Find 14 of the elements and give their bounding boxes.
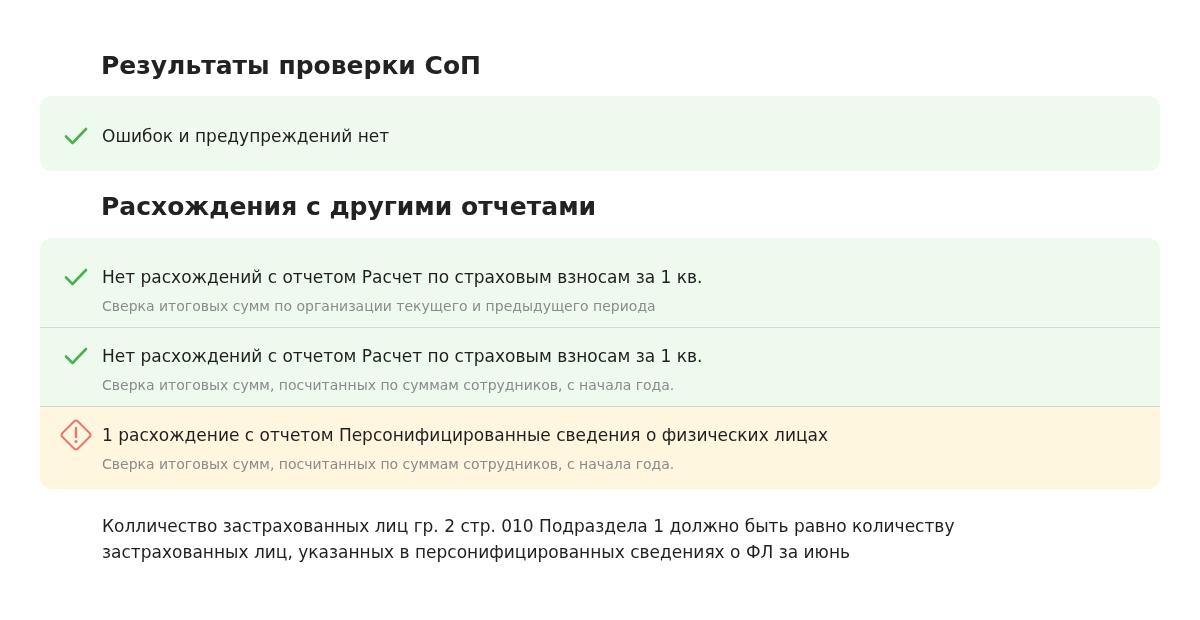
- result-title: Нет расхождений с отчетом Расчет по страховым взносам за 1 кв.: [102, 266, 703, 289]
- section-heading: Расхождения с другими отчетами: [101, 191, 597, 223]
- checkmark-icon: [64, 127, 88, 145]
- checkmark-icon: [64, 347, 88, 365]
- discrepancy-note: Колличество застрахованных лиц гр. 2 стр. 010 Подраздела 1 должно быть равно количеству застрахованных лиц, указанных в персонифицированных сведениях о ФЛ за июнь: [102, 515, 956, 564]
- result-title: 1 расхождение с отчетом Персонифицированные сведения о физических лицах: [102, 424, 829, 447]
- section-heading: Результаты проверки СоП: [101, 50, 482, 82]
- result-title: Нет расхождений с отчетом Расчет по страховым взносам за 1 кв.: [102, 345, 703, 368]
- result-description: Сверка итоговых сумм, посчитанных по суммам сотрудников, с начала года.: [102, 376, 675, 395]
- result-description: Сверка итоговых сумм, посчитанных по суммам сотрудников, с начала года.: [102, 455, 675, 474]
- checkmark-icon: [64, 268, 88, 286]
- result-title: Ошибок и предупреждений нет: [102, 125, 390, 148]
- result-description: Сверка итоговых сумм по организации текущего и предыдущего периода: [102, 297, 656, 316]
- warning-icon: [60, 419, 92, 451]
